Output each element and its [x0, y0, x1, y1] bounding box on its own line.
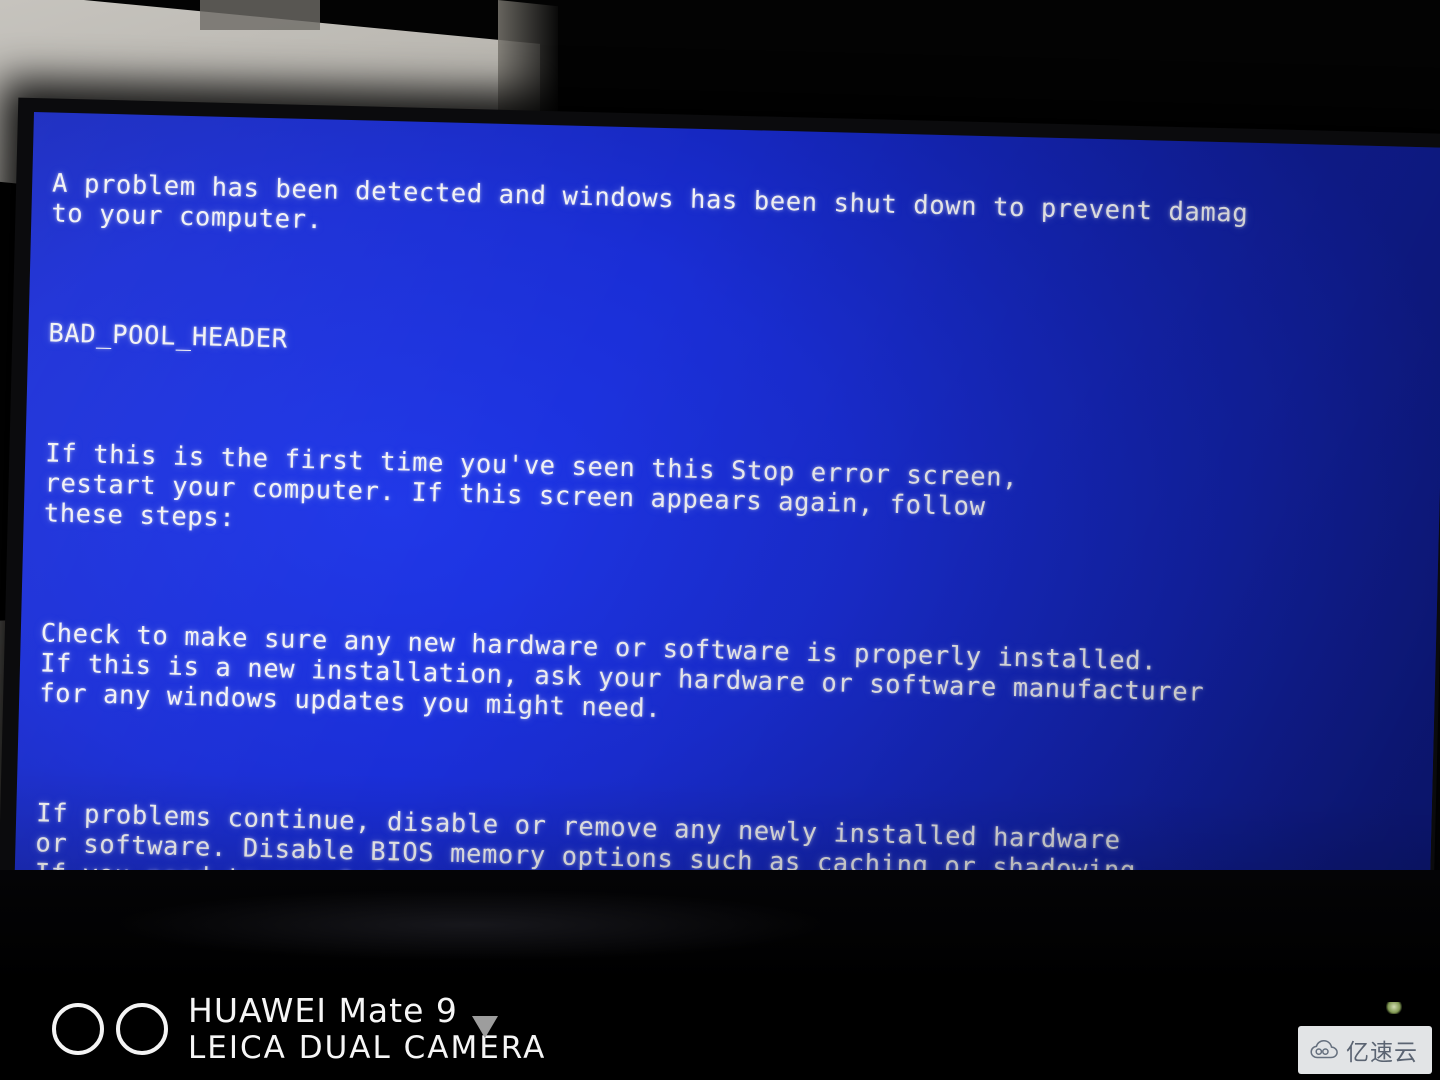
bsod-intro-text: A problem has been detected and windows … [51, 168, 1249, 236]
desk-glow [120, 890, 820, 960]
bsod-stop-name: BAD_POOL_HEADER [48, 318, 289, 355]
blue-screen-panel: A problem has been detected and windows … [12, 112, 1440, 986]
dual-lens-icon [52, 1003, 168, 1055]
bsod-check-hardware-paragraph: Check to make sure any new hardware or s… [38, 618, 1205, 725]
lens-circle-right [116, 1003, 168, 1055]
site-watermark-label: 亿速云 [1346, 1040, 1418, 1066]
bsod-first-time-paragraph: If this is the first time you've seen th… [43, 438, 1019, 534]
site-watermark: 亿速云 [1298, 1026, 1432, 1074]
triangle-marker-icon [472, 1016, 498, 1038]
cloud-icon [1310, 1040, 1338, 1059]
lens-circle-left [52, 1003, 104, 1055]
photo-of-bsod-screen: A problem has been detected and windows … [0, 0, 1440, 1080]
laptop-screen: A problem has been detected and windows … [0, 97, 1440, 1012]
indicator-light [1386, 1002, 1402, 1014]
wall-shadow-patch [200, 0, 320, 30]
bsod-text-block: A problem has been detected and windows … [17, 138, 1440, 985]
